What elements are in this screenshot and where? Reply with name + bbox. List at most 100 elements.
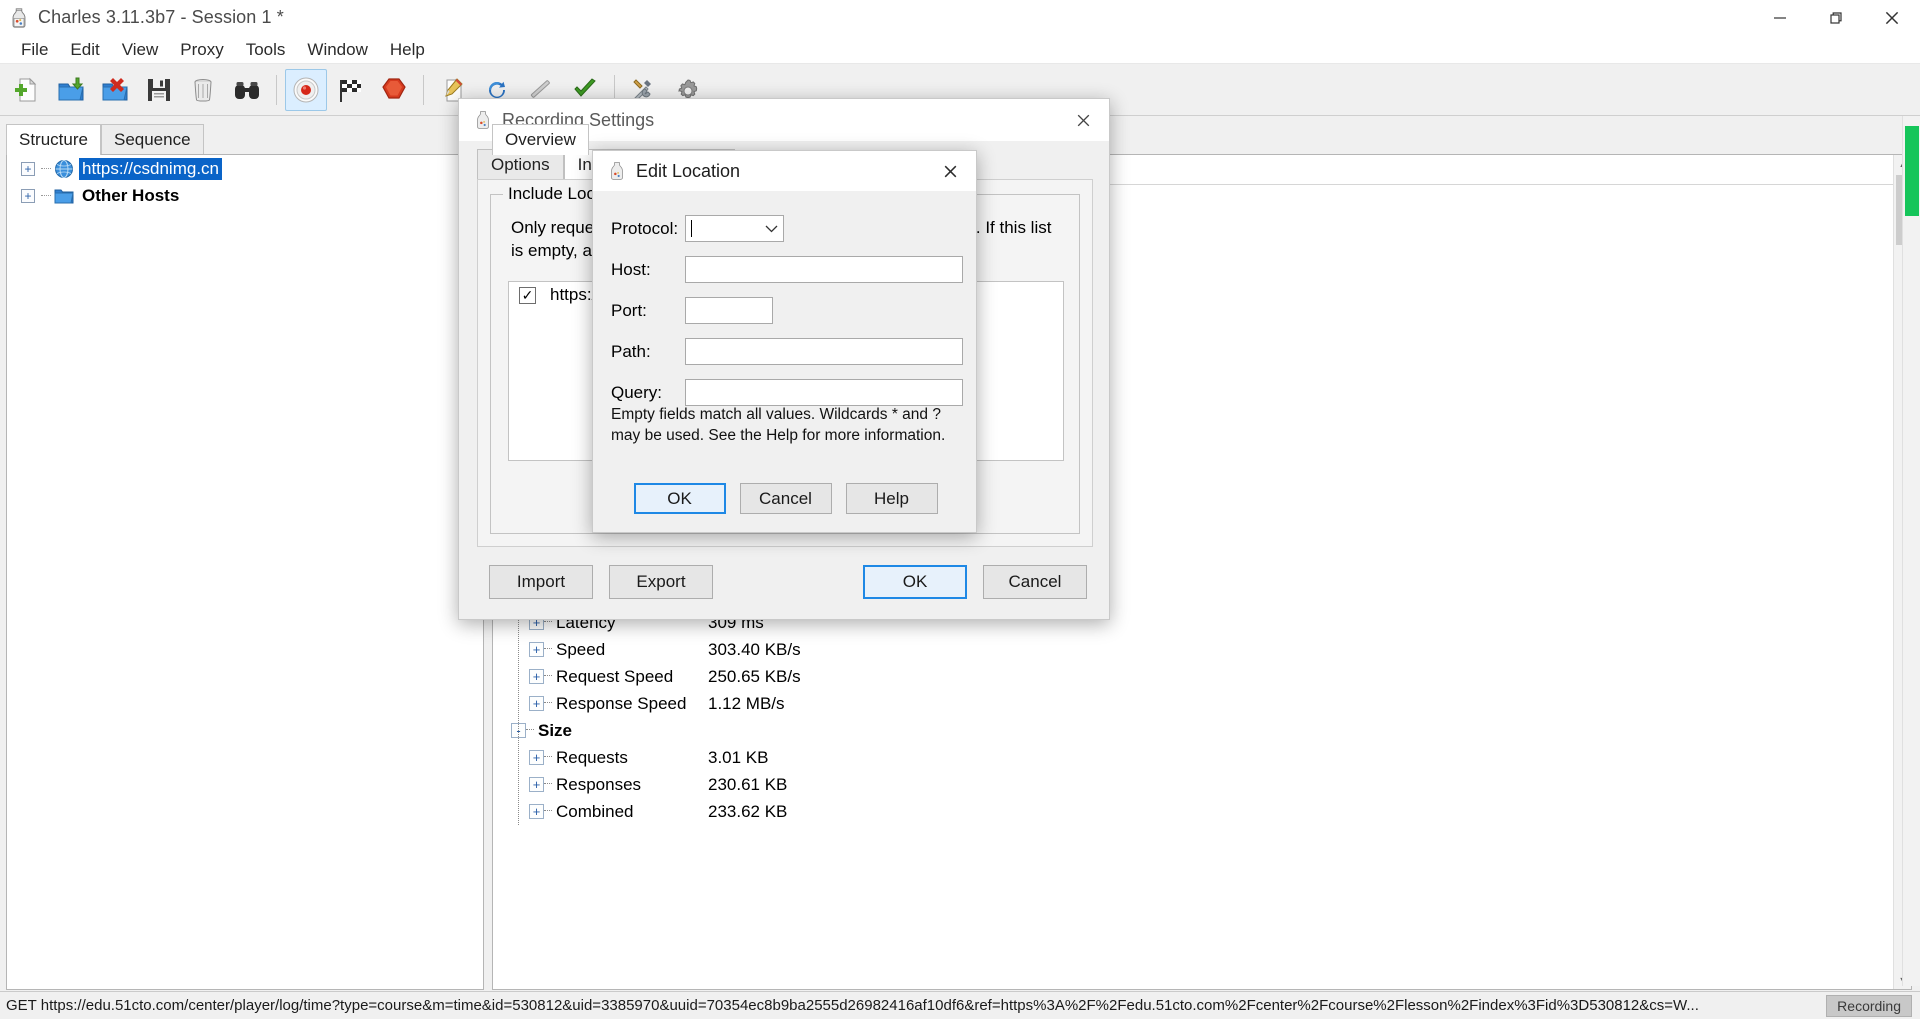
- overview-row-responses[interactable]: + Responses 230.61 KB: [493, 771, 1911, 798]
- path-label: Path:: [611, 341, 651, 361]
- protocol-row: Protocol:: [593, 215, 978, 242]
- protocol-select[interactable]: [685, 215, 784, 242]
- save-session-icon[interactable]: [138, 69, 180, 111]
- tab-overview-label: Overview: [505, 130, 576, 149]
- tab-overview[interactable]: Overview: [492, 124, 589, 155]
- overview-row-speed-value: 303.40 KB/s: [708, 639, 801, 659]
- window-controls: [1752, 0, 1920, 36]
- path-input[interactable]: [685, 338, 963, 365]
- window-scrollbar-thumb[interactable]: [1905, 126, 1919, 216]
- window-vertical-scrollbar[interactable]: [1902, 116, 1920, 986]
- edit-location-titlebar: Edit Location: [593, 151, 976, 191]
- charles-bottle-icon: [8, 7, 30, 29]
- expander-plus-icon[interactable]: +: [21, 161, 35, 176]
- new-session-icon[interactable]: [6, 69, 48, 111]
- checkbox-checked-icon[interactable]: ✓: [519, 286, 536, 304]
- overview-row-speed[interactable]: + Speed 303.40 KB/s: [493, 636, 1911, 663]
- toolbar-separator-1: [276, 74, 277, 105]
- expander-plus-icon[interactable]: +: [529, 804, 544, 819]
- recording-settings-ok-button[interactable]: OK: [863, 565, 967, 599]
- menu-help[interactable]: Help: [379, 38, 436, 62]
- close-icon[interactable]: [924, 150, 976, 192]
- port-row: Port:: [593, 297, 978, 324]
- tree-item-csdnimg[interactable]: + https://csdnimg.cn: [7, 155, 483, 182]
- overview-row-request-speed[interactable]: + Request Speed 250.65 KB/s: [493, 663, 1911, 690]
- record-icon[interactable]: [285, 68, 327, 111]
- export-button[interactable]: Export: [609, 565, 713, 599]
- recording-settings-right-buttons: OK Cancel: [863, 565, 1087, 599]
- clear-session-icon[interactable]: [182, 69, 224, 111]
- toolbar-separator-2: [423, 74, 424, 105]
- overview-row-response-speed[interactable]: + Response Speed 1.12 MB/s: [493, 690, 1911, 717]
- expander-plus-icon[interactable]: +: [529, 777, 544, 792]
- menu-file[interactable]: File: [10, 38, 59, 62]
- tree-item-other-hosts[interactable]: + Other Hosts: [7, 182, 483, 209]
- tab-structure-label: Structure: [19, 130, 88, 149]
- open-session-icon[interactable]: [50, 69, 92, 111]
- host-input[interactable]: [685, 256, 963, 283]
- expander-plus-icon[interactable]: +: [529, 669, 544, 684]
- tree-item-other-hosts-label: Other Hosts: [82, 185, 180, 205]
- status-bar: GET https://edu.51cto.com/center/player/…: [0, 991, 1920, 1019]
- text-cursor: [691, 220, 692, 237]
- menu-window[interactable]: Window: [296, 38, 378, 62]
- menu-view[interactable]: View: [111, 38, 170, 62]
- globe-icon: [54, 159, 74, 179]
- tab-options-label: Options: [491, 155, 550, 174]
- overview-row-combined[interactable]: + Combined 233.62 KB: [493, 798, 1911, 825]
- edit-location-cancel-button[interactable]: Cancel: [739, 483, 832, 514]
- status-badge: Recording: [1826, 995, 1912, 1017]
- overview-row-size-label: Size: [538, 720, 573, 740]
- restore-icon[interactable]: [1808, 0, 1864, 36]
- tree-item-csdnimg-label: https://csdnimg.cn: [79, 157, 223, 180]
- expander-plus-icon[interactable]: +: [529, 642, 544, 657]
- menu-proxy[interactable]: Proxy: [169, 38, 234, 62]
- tab-sequence-label: Sequence: [113, 130, 191, 149]
- window-scrollbar-track[interactable]: [1902, 116, 1920, 986]
- tab-sequence[interactable]: Sequence: [100, 124, 204, 155]
- right-tabstrip: Overview: [492, 124, 589, 155]
- edit-location-title: Edit Location: [636, 160, 741, 181]
- overview-row-responses-label: Responses: [556, 774, 642, 794]
- charles-bottle-icon: [473, 110, 493, 130]
- charles-bottle-icon: [607, 161, 627, 181]
- edit-location-help-button[interactable]: Help: [845, 483, 938, 514]
- expander-plus-icon[interactable]: +: [529, 696, 544, 711]
- query-input[interactable]: [685, 379, 963, 406]
- expander-plus-icon[interactable]: +: [529, 750, 544, 765]
- host-row: Host:: [593, 256, 978, 283]
- minimize-icon[interactable]: [1752, 0, 1808, 36]
- overview-row-combined-value: 233.62 KB: [708, 801, 788, 821]
- close-icon[interactable]: [1057, 99, 1109, 141]
- overview-row-requests[interactable]: + Requests 3.01 KB: [493, 744, 1911, 771]
- edit-location-dialog: Edit Location Protocol: Host: Port: Path…: [592, 150, 977, 533]
- tab-structure[interactable]: Structure: [6, 124, 101, 155]
- structure-tree[interactable]: + https://csdnimg.cn + Other Hosts: [6, 154, 484, 990]
- overview-row-size[interactable]: - Size: [493, 717, 1911, 744]
- host-label: Host:: [611, 259, 651, 279]
- menu-bar: File Edit View Proxy Tools Window Help: [0, 36, 1920, 64]
- overview-row-request-speed-value: 250.65 KB/s: [708, 666, 801, 686]
- close-icon[interactable]: [1864, 0, 1920, 36]
- folder-icon: [54, 187, 74, 205]
- query-label: Query:: [611, 382, 663, 402]
- port-input[interactable]: [685, 297, 773, 324]
- menu-edit[interactable]: Edit: [59, 38, 110, 62]
- chevron-down-icon[interactable]: [765, 220, 778, 238]
- expander-plus-icon[interactable]: +: [21, 188, 35, 203]
- left-tabstrip: Structure Sequence: [6, 124, 484, 155]
- throttle-icon[interactable]: [329, 69, 371, 111]
- close-session-icon[interactable]: [94, 69, 136, 111]
- find-icon[interactable]: [226, 69, 268, 111]
- breakpoints-icon[interactable]: [373, 69, 415, 111]
- edit-location-buttons: OK Cancel Help: [593, 483, 978, 514]
- import-button[interactable]: Import: [489, 565, 593, 599]
- charles-application-window: Charles 3.11.3b7 - Session 1 * File Edit: [0, 0, 1920, 1019]
- recording-settings-cancel-button[interactable]: Cancel: [983, 565, 1087, 599]
- port-label: Port:: [611, 300, 647, 320]
- menu-tools[interactable]: Tools: [235, 38, 297, 62]
- overview-row-requests-label: Requests: [556, 747, 628, 767]
- left-pane: Structure Sequence + https://csdnimg.cn …: [6, 124, 484, 990]
- edit-location-ok-button[interactable]: OK: [633, 483, 726, 514]
- overview-row-responses-value: 230.61 KB: [708, 774, 788, 794]
